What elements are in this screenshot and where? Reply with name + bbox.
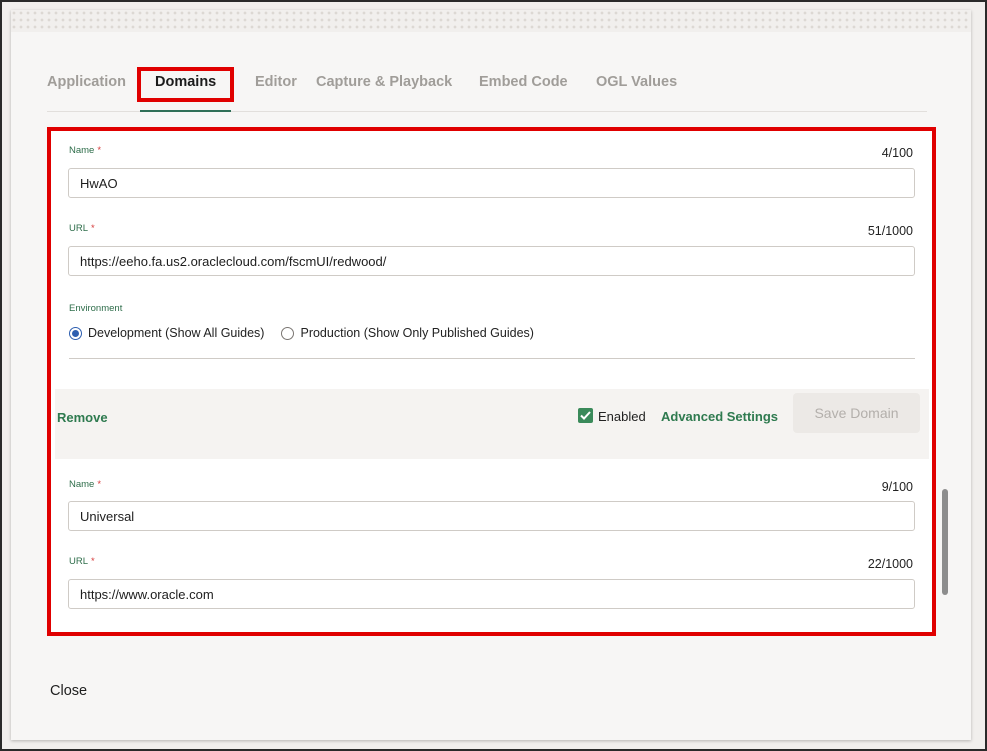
domain-card: Name * 9/100 Universal URL * 22/1000 https… <box>55 459 929 632</box>
radio-development-label[interactable]: Development (Show All Guides) <box>88 326 264 340</box>
dialog-header-pattern <box>11 10 971 32</box>
domains-panel: Name * 4/100 HwAO URL * 51/1000 https://ee… <box>47 127 936 636</box>
tab-highlight-box <box>137 67 234 102</box>
domain-action-bar: Remove Enabled Advanced Settings Save Do… <box>55 389 929 445</box>
tab-embed-code[interactable]: Embed Code <box>479 74 568 90</box>
name-char-counter: 4/100 <box>881 146 913 160</box>
divider <box>69 358 915 359</box>
radio-production-label[interactable]: Production (Show Only Published Guides) <box>300 326 533 340</box>
url-input[interactable]: https://www.oracle.com <box>68 579 915 609</box>
active-tab-underline <box>140 110 231 112</box>
radio-production[interactable] <box>281 326 295 340</box>
advanced-settings-link[interactable]: Advanced Settings <box>661 409 778 424</box>
url-field-label: URL * <box>69 556 95 567</box>
tab-capture-playback[interactable]: Capture & Playback <box>316 74 452 90</box>
url-char-counter: 22/1000 <box>867 557 913 571</box>
close-button[interactable]: Close <box>50 683 87 699</box>
remove-button[interactable]: Remove <box>57 410 108 425</box>
checkmark-icon <box>580 411 591 420</box>
save-domain-button[interactable]: Save Domain <box>793 393 920 433</box>
name-input[interactable]: HwAO <box>68 168 915 198</box>
enabled-label[interactable]: Enabled <box>598 409 646 424</box>
environment-radio-group: Development (Show All Guides) Production… <box>69 326 551 340</box>
tab-editor[interactable]: Editor <box>255 74 297 90</box>
url-char-counter: 51/1000 <box>867 224 913 238</box>
scrollbar-thumb[interactable] <box>942 489 948 595</box>
name-char-counter: 9/100 <box>881 480 913 494</box>
domain-card: Name * 4/100 HwAO URL * 51/1000 https://ee… <box>55 131 929 389</box>
radio-development[interactable] <box>69 326 82 340</box>
screenshot-frame: Application Domains Editor Capture & Pla… <box>0 0 987 751</box>
name-field-label: Name * <box>69 145 102 156</box>
name-field-label: Name * <box>69 479 102 490</box>
url-input[interactable]: https://eeho.fa.us2.oraclecloud.com/fscm… <box>68 246 915 276</box>
environment-label: Environment <box>69 303 123 314</box>
tab-ogl-values[interactable]: OGL Values <box>596 74 677 90</box>
name-input[interactable]: Universal <box>68 501 915 531</box>
enabled-checkbox[interactable] <box>578 408 593 423</box>
url-field-label: URL * <box>69 223 95 234</box>
tab-application[interactable]: Application <box>47 74 126 90</box>
